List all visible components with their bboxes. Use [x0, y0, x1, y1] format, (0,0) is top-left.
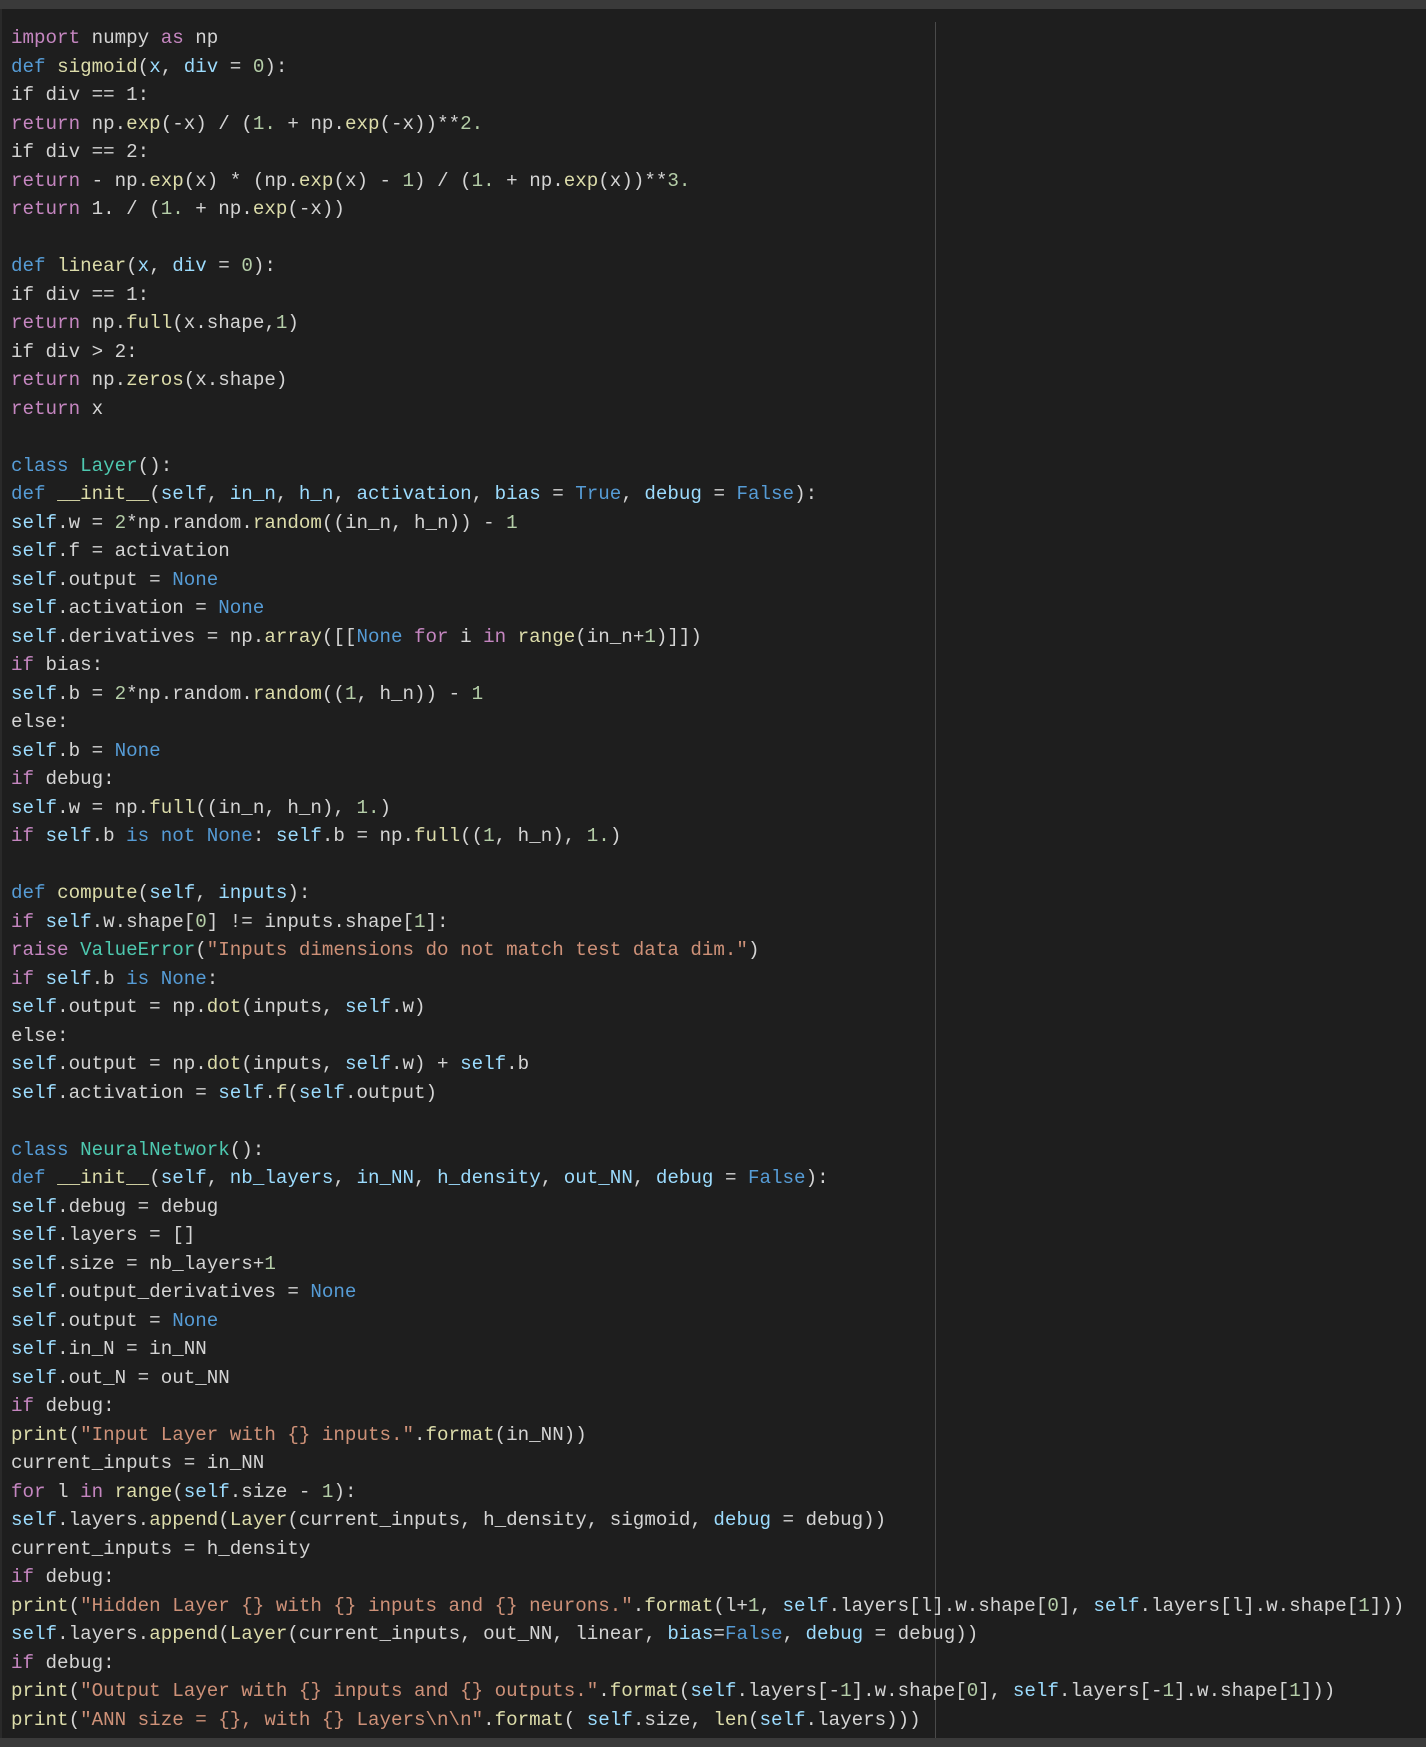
code-line: self.layers = []: [11, 1224, 196, 1246]
editor-left-border: [0, 9, 2, 1738]
code-line: return np.full(x.shape,1): [11, 312, 299, 334]
code-line: def sigmoid(x, div = 0):: [11, 55, 288, 78]
code-line: self.output = None: [11, 568, 219, 591]
code-line: def __init__(self, in_n, h_n, activation…: [11, 483, 818, 505]
code-line: class NeuralNetwork():: [11, 1138, 265, 1161]
code-line: print("Input Layer with {} inputs.".form…: [11, 1423, 587, 1446]
code-line: self.output_derivatives = None: [11, 1281, 357, 1303]
code-line: return np.zeros(x.shape): [11, 369, 288, 391]
code-line: self.derivatives = np.array([[None for i…: [11, 625, 702, 648]
code-line: def linear(x, div = 0):: [11, 255, 276, 277]
code-line: self.b = None: [11, 739, 161, 762]
code-line: return np.exp(-x) / (1. + np.exp(-x))**2…: [11, 112, 484, 135]
code-line: if debug:: [11, 1395, 115, 1417]
code-line: print("ANN size = {}, with {} Layers\n\n…: [11, 1708, 921, 1731]
code-line: if debug:: [11, 1566, 115, 1588]
code-line: self.activation = None: [11, 597, 265, 619]
code-line: if debug:: [11, 768, 115, 790]
code-line: self.activation = self.f(self.output): [11, 1081, 438, 1104]
code-line: self.output = np.dot(inputs, self.w) + s…: [11, 1053, 530, 1075]
code-line: self.layers.append(Layer(current_inputs,…: [11, 1509, 887, 1531]
code-line: if div > 2:: [11, 340, 138, 363]
code-line: if div == 2:: [11, 141, 150, 163]
horizontal-scrollbar[interactable]: [0, 1738, 1426, 1747]
code-line: else:: [11, 1024, 69, 1047]
code-line: self.b = 2*np.random.random((1, h_n)) - …: [11, 682, 484, 705]
code-line: if debug:: [11, 1651, 115, 1674]
code-line: for l in range(self.size - 1):: [11, 1480, 357, 1503]
code-line: self.debug = debug: [11, 1195, 219, 1218]
code-line: return 1. / (1. + np.exp(-x)): [11, 198, 345, 220]
code-line: self.w = 2*np.random.random((in_n, h_n))…: [11, 511, 518, 534]
code-line: self.w = np.full((in_n, h_n), 1.): [11, 796, 391, 819]
code-line: if div == 1:: [11, 283, 150, 306]
code-line: self.output = np.dot(inputs, self.w): [11, 996, 426, 1018]
code-line: self.size = nb_layers+1: [11, 1252, 276, 1275]
code-line: if self.w.shape[0] != inputs.shape[1]:: [11, 910, 449, 933]
code-editor[interactable]: import numpy as np def sigmoid(x, div = 0…: [11, 24, 1426, 1738]
code-line: print("Hidden Layer {} with {} inputs an…: [11, 1594, 1405, 1617]
code-line: self.f = activation: [11, 540, 230, 562]
code-line: if self.b is not None: self.b = np.full(…: [11, 825, 622, 847]
code-line: if self.b is None:: [11, 967, 219, 990]
code-line: self.in_N = in_NN: [11, 1338, 207, 1360]
code-line: import numpy as np: [11, 27, 219, 49]
window-top-bar: [0, 0, 1426, 9]
code-line: def __init__(self, nb_layers, in_NN, h_d…: [11, 1167, 829, 1189]
code-line: def compute(self, inputs):: [11, 882, 311, 904]
code-line: current_inputs = in_NN: [11, 1452, 265, 1474]
code-line: return - np.exp(x) * (np.exp(x) - 1) / (…: [11, 169, 691, 192]
code-line: self.output = None: [11, 1309, 219, 1332]
code-line: class Layer():: [11, 454, 173, 477]
code-line: raise ValueError("Inputs dimensions do n…: [11, 939, 760, 961]
code-line: current_inputs = h_density: [11, 1537, 311, 1560]
code-line: self.out_N = out_NN: [11, 1366, 230, 1389]
code-line: return x: [11, 397, 104, 420]
code-line: if bias:: [11, 654, 104, 676]
code-line: self.layers.append(Layer(current_inputs,…: [11, 1623, 979, 1645]
code-line: if div == 1:: [11, 84, 150, 106]
code-line: else:: [11, 711, 69, 733]
code-line: print("Output Layer with {} inputs and {…: [11, 1680, 1336, 1702]
